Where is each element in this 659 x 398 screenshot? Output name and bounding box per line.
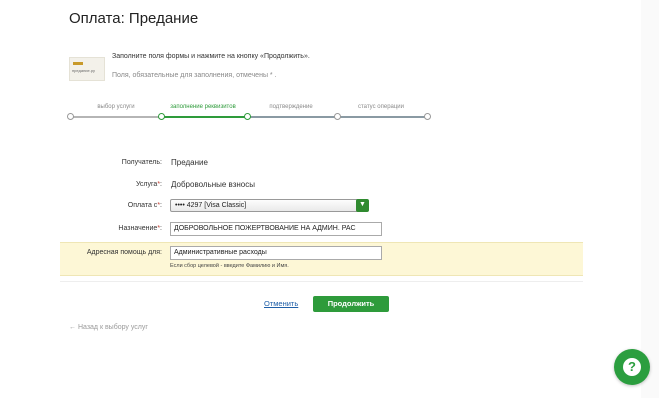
progress-dot-1: [67, 113, 74, 120]
payment-from-label-text: Оплата с: [127, 202, 158, 209]
progress-line-1: [69, 116, 161, 118]
progress-dot-4: [334, 113, 341, 120]
chevron-down-icon: ▼: [359, 201, 366, 208]
progress-step-select-service: выбор услуги: [97, 104, 135, 110]
progress-step-confirm: подтверждение: [269, 104, 313, 110]
service-label-colon: :: [160, 181, 162, 188]
progress-steps: выбор услуги заполнение реквизитов подтв…: [67, 104, 431, 124]
recipient-label: Получатель:: [121, 159, 162, 166]
targeted-help-label: Адресная помощь для:: [86, 249, 162, 256]
purpose-input[interactable]: ДОБРОВОЛЬНОЕ ПОЖЕРТВОВАНИЕ НА АДМИН. РАС: [170, 222, 382, 236]
targeted-help-hint: Если сбор целевой - введите Фамилию и Им…: [170, 263, 289, 269]
progress-dot-3: [244, 113, 251, 120]
payment-from-label: Оплата с*:: [72, 202, 162, 209]
progress-dot-2: [158, 113, 165, 120]
progress-step-status: статус операции: [357, 104, 405, 110]
divider: [60, 281, 583, 282]
payment-card-dropdown-button[interactable]: ▼: [356, 199, 369, 212]
logo-text: предание.ру: [72, 68, 96, 73]
purpose-label: Назначение*:: [72, 225, 162, 232]
payment-card-select[interactable]: •••• 4297 [Visa Classic]: [170, 199, 368, 212]
payment-from-label-colon: :: [160, 202, 162, 209]
progress-line-2: [161, 116, 247, 118]
instruction-text: Заполните поля формы и нажмите на кнопку…: [112, 53, 310, 60]
back-to-services-link[interactable]: ← Назад к выбору услуг: [69, 324, 148, 331]
question-icon: ?: [623, 358, 641, 376]
provider-logo: предание.ру: [69, 57, 105, 81]
purpose-label-colon: :: [160, 225, 162, 232]
page-title: Оплата: Предание: [69, 10, 199, 27]
progress-dot-5: [424, 113, 431, 120]
logo-mark: [73, 62, 83, 65]
recipient-value: Предание: [171, 158, 208, 167]
service-label-text: Услуга: [135, 181, 158, 188]
page-edge: [641, 0, 659, 398]
purpose-label-text: Назначение: [118, 225, 158, 232]
targeted-help-input[interactable]: Административные расходы: [170, 246, 382, 260]
service-value: Добровольные взносы: [171, 180, 255, 189]
service-label: Услуга*:: [72, 181, 162, 188]
cancel-link[interactable]: Отменить: [264, 299, 298, 308]
progress-step-fill-details: заполнение реквизитов: [170, 104, 236, 110]
continue-button[interactable]: Продолжить: [313, 296, 389, 312]
help-button[interactable]: ?: [614, 349, 650, 385]
required-note: Поля, обязательные для заполнения, отмеч…: [112, 72, 277, 79]
